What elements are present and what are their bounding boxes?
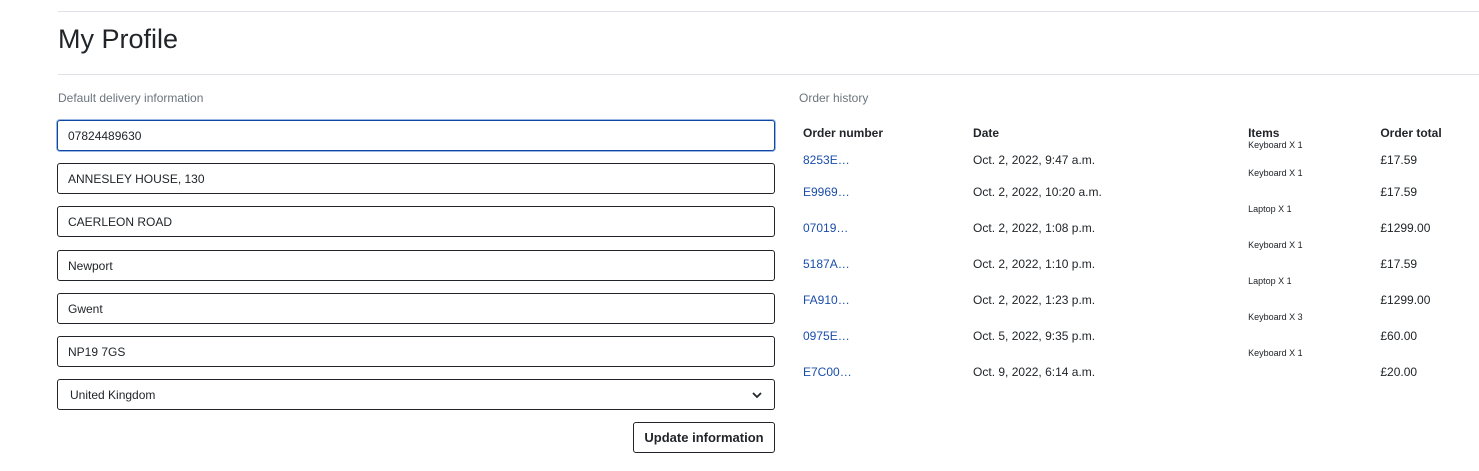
order-date: Oct. 5, 2022, 9:35 p.m. (973, 329, 1096, 343)
chevron-down-icon (752, 391, 762, 398)
order-date: Oct. 9, 2022, 6:14 a.m. (973, 365, 1096, 379)
table-row: 0975E… Oct. 5, 2022, 9:35 p.m. Keyboard … (799, 312, 1479, 354)
order-number-link[interactable]: 0975E… (803, 329, 850, 343)
table-row: 07019… Oct. 2, 2022, 1:08 p.m. Laptop X … (799, 204, 1479, 246)
order-number-link[interactable]: 5187A… (803, 257, 850, 271)
order-date: Oct. 2, 2022, 1:08 p.m. (973, 221, 1096, 235)
profile-page: My Profile Default delivery information … (0, 0, 1479, 471)
order-number-link[interactable]: 07019… (803, 221, 848, 235)
order-date: Oct. 2, 2022, 1:10 p.m. (973, 257, 1096, 271)
street-address1-input[interactable] (57, 163, 775, 194)
postcode-input[interactable] (57, 336, 775, 367)
order-items: Keyboard X 1 (1248, 140, 1303, 150)
order-number-link[interactable]: E7C00… (803, 365, 852, 379)
table-header-row: Order number Date Items Order total (799, 120, 1479, 146)
order-history-table: Order number Date Items Order total 8253… (799, 120, 1479, 390)
order-history-heading: Order history (799, 91, 869, 105)
order-date: Oct. 2, 2022, 1:23 p.m. (973, 293, 1096, 307)
update-information-button[interactable]: Update information (633, 422, 775, 453)
page-title: My Profile (58, 24, 179, 54)
street-address2-input[interactable] (57, 206, 775, 237)
order-items: Keyboard X 1 (1248, 348, 1303, 358)
column-header-date: Date (973, 126, 1000, 140)
order-total: £1299.00 (1380, 221, 1431, 235)
table-row: E9969… Oct. 2, 2022, 10:20 a.m. Keyboard… (799, 168, 1479, 210)
order-total: £17.59 (1380, 257, 1418, 271)
order-date: Oct. 2, 2022, 10:20 a.m. (973, 185, 1102, 199)
order-total: £17.59 (1380, 185, 1418, 199)
order-items: Keyboard X 1 (1248, 240, 1303, 250)
table-row: FA910… Oct. 2, 2022, 1:23 p.m. Laptop X … (799, 276, 1479, 318)
table-row: 5187A… Oct. 2, 2022, 1:10 p.m. Keyboard … (799, 240, 1479, 282)
order-number-link[interactable]: 8253E… (803, 153, 850, 167)
table-row: 8253E… Oct. 2, 2022, 9:47 a.m. Keyboard … (799, 140, 1479, 174)
country-select-value: United Kingdom (70, 387, 156, 402)
phone-number-input[interactable] (57, 120, 775, 151)
order-total: £17.59 (1380, 153, 1418, 167)
order-items: Laptop X 1 (1248, 276, 1292, 286)
order-total: £1299.00 (1380, 293, 1431, 307)
delivery-section-heading: Default delivery information (58, 91, 204, 105)
order-number-link[interactable]: FA910… (803, 293, 850, 307)
town-or-city-input[interactable] (57, 250, 775, 281)
table-row: E7C00… Oct. 9, 2022, 6:14 a.m. Keyboard … (799, 348, 1479, 390)
order-number-link[interactable]: E9969… (803, 185, 850, 199)
order-total: £20.00 (1380, 365, 1418, 379)
title-divider (58, 74, 1479, 75)
top-divider (58, 11, 1479, 12)
county-input[interactable] (57, 293, 775, 324)
order-items: Keyboard X 1 (1248, 168, 1303, 178)
country-select[interactable]: United Kingdom (57, 379, 775, 410)
column-header-order-total: Order total (1380, 126, 1442, 140)
order-items: Keyboard X 3 (1248, 312, 1303, 322)
order-items: Laptop X 1 (1248, 204, 1292, 214)
column-header-order-number: Order number (803, 126, 884, 140)
order-total: £60.00 (1380, 329, 1418, 343)
order-date: Oct. 2, 2022, 9:47 a.m. (973, 153, 1096, 167)
